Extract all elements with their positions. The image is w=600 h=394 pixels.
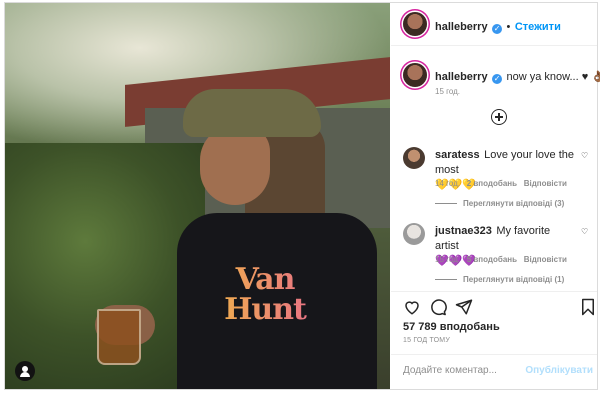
avatar[interactable] <box>403 147 425 169</box>
caption-username[interactable]: halleberry <box>435 71 488 83</box>
avatar[interactable] <box>403 12 427 36</box>
caption-text: now ya know... ♥ 👌🏾 <box>506 71 600 83</box>
action-bar <box>391 291 597 316</box>
divider <box>435 279 457 281</box>
post-photo[interactable]: Van Hunt <box>5 3 390 389</box>
likes-count[interactable]: 57 789 вподобань <box>403 321 500 333</box>
comment-composer: Опублікувати <box>391 354 597 390</box>
comment-time[interactable]: 14 год. <box>435 179 460 188</box>
comment-icon[interactable] <box>429 298 447 316</box>
verified-badge-icon: ✓ <box>492 24 503 34</box>
instagram-post: Van Hunt halleberry ✓ • Стежити halleber… <box>4 2 600 390</box>
header-username[interactable]: halleberry <box>435 21 488 33</box>
reply-button[interactable]: Відповісти <box>524 255 567 264</box>
add-icon[interactable] <box>491 109 507 125</box>
post-time[interactable]: 15 ГОД ТОМУ <box>403 337 450 344</box>
photo-cup <box>97 309 141 365</box>
share-icon[interactable] <box>455 298 473 316</box>
comment-like-heart-icon[interactable]: ♡ <box>581 151 588 160</box>
comment-like-heart-icon[interactable]: ♡ <box>581 227 588 236</box>
post-sidebar: halleberry ✓ • Стежити halleberry ✓ now … <box>391 3 600 390</box>
shirt-print-line2: Hunt <box>224 292 306 327</box>
view-replies-button[interactable]: Переглянути відповіді (1) <box>463 275 564 284</box>
comment-input[interactable] <box>403 365 523 376</box>
shirt-print-line1: Van <box>235 262 295 297</box>
divider <box>435 203 457 205</box>
verified-badge-icon: ✓ <box>492 74 503 84</box>
follow-button[interactable]: Стежити <box>515 21 561 33</box>
comment-likes[interactable]: 5 вподобань <box>467 255 517 264</box>
comment-likes[interactable]: 2 вподобань <box>467 179 517 188</box>
avatar[interactable] <box>403 63 427 87</box>
comment-username[interactable]: justnae323 <box>435 225 492 237</box>
bookmark-icon[interactable] <box>579 298 597 316</box>
shirt-print: Van Hunt <box>210 265 320 325</box>
comment-time[interactable]: 15 год. <box>435 255 460 264</box>
avatar[interactable] <box>403 223 425 245</box>
post-comment-button[interactable]: Опублікувати <box>525 365 593 376</box>
header-separator: • <box>506 21 511 33</box>
heart-icon[interactable] <box>403 298 421 316</box>
caption-time[interactable]: 15 год. <box>435 87 460 96</box>
post-header: halleberry ✓ • Стежити <box>391 3 597 46</box>
photo-face <box>200 125 270 205</box>
photo-hat <box>183 89 321 137</box>
user-tag-icon[interactable] <box>15 361 35 381</box>
reply-button[interactable]: Відповісти <box>524 179 567 188</box>
comment-username[interactable]: saratess <box>435 149 480 161</box>
view-replies-button[interactable]: Переглянути відповіді (3) <box>463 199 564 208</box>
